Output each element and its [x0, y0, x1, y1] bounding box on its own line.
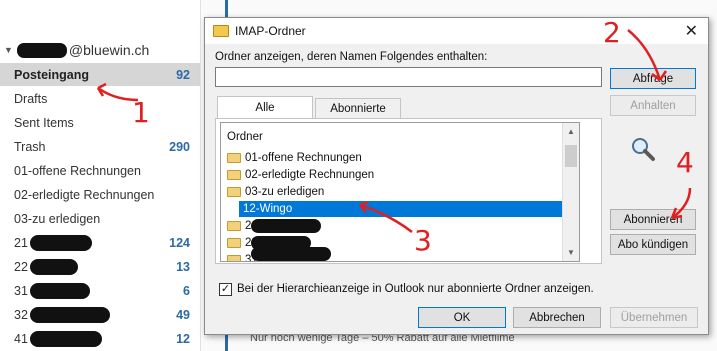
annotation-number-1: 1	[132, 96, 150, 129]
annotation-number-2: 2	[603, 16, 621, 49]
screenshot-root: Nur noch wenige Tage – 50% Rabatt auf al…	[0, 0, 717, 351]
annotation-layer	[96, 29, 692, 233]
annotation-arrow-2	[627, 29, 662, 81]
annotation-number-4: 4	[676, 146, 694, 179]
annotation-arrow-3	[359, 203, 413, 233]
annotation-number-3: 3	[414, 224, 432, 257]
